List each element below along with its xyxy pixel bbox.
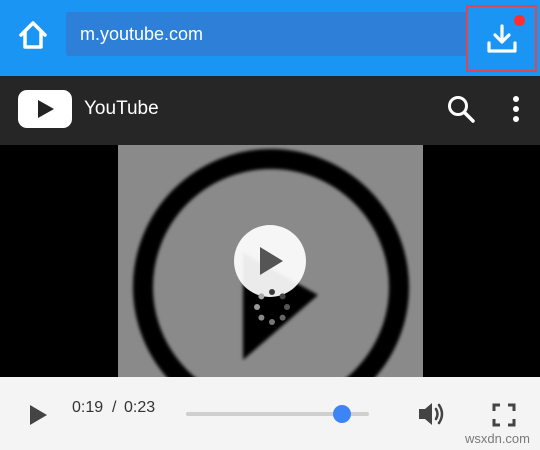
- search-icon: [448, 96, 475, 123]
- current-time: 0:19: [72, 399, 104, 416]
- video-player[interactable]: [0, 145, 540, 377]
- seek-bar-fill: [186, 412, 342, 416]
- download-button[interactable]: [466, 5, 537, 72]
- seek-bar[interactable]: [186, 405, 369, 423]
- loading-spinner-icon: [254, 289, 290, 325]
- play-icon: [260, 247, 283, 275]
- more-options-button[interactable]: [502, 92, 530, 126]
- duration: 0:23: [124, 399, 156, 416]
- download-icon: [486, 23, 517, 53]
- volume-button[interactable]: [416, 399, 448, 429]
- download-notification-badge: [514, 15, 525, 26]
- time-separator: /: [112, 399, 117, 416]
- player-controls: 0:19 / 0:23 wsxdn.com: [0, 377, 540, 450]
- search-button[interactable]: [444, 92, 478, 126]
- youtube-logo[interactable]: [18, 90, 72, 128]
- volume-icon: [419, 403, 444, 425]
- more-vertical-icon: [513, 96, 519, 122]
- seek-handle[interactable]: [332, 405, 351, 423]
- youtube-play-logo-icon: [38, 100, 54, 118]
- home-icon: [19, 21, 47, 49]
- play-button[interactable]: [24, 401, 52, 429]
- url-text: m.youtube.com: [80, 24, 204, 44]
- home-button[interactable]: [14, 16, 52, 54]
- play-icon: [30, 405, 47, 425]
- url-field[interactable]: m.youtube.com: [66, 12, 466, 56]
- watermark: wsxdn.com: [464, 431, 530, 446]
- youtube-header: YouTube: [0, 76, 540, 145]
- browser-toolbar: m.youtube.com: [0, 0, 540, 76]
- youtube-title: YouTube: [84, 98, 159, 119]
- fullscreen-button[interactable]: [490, 401, 518, 429]
- fullscreen-icon: [492, 403, 516, 427]
